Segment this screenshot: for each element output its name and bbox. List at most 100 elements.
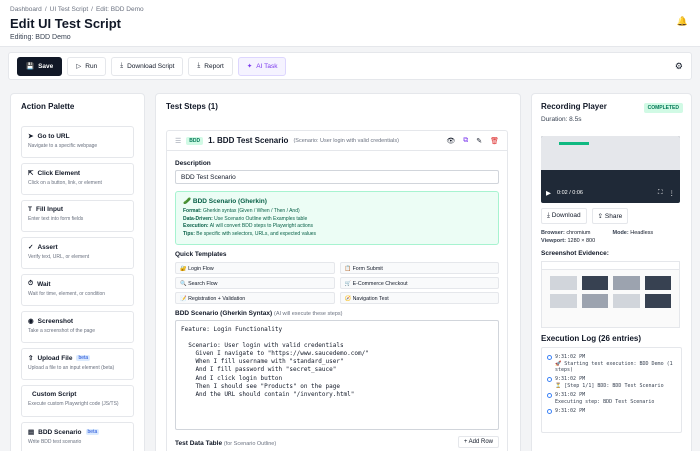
ai-task-button[interactable]: ✦ AI Task: [237, 56, 287, 76]
gherkin-info-line: Data-Driven: Use Scenario Outline with E…: [183, 215, 308, 222]
gherkin-info-title: 🥒 BDD Scenario (Gherkin): [183, 198, 267, 205]
add-row-button[interactable]: + Add Row: [457, 436, 499, 448]
log-status-icon: [547, 409, 552, 414]
download-video-button[interactable]: ⤓ Download: [541, 208, 587, 224]
palette-item-wait[interactable]: ⏱ Wait Wait for time, element, or conditio…: [21, 274, 134, 306]
step-scenario-name: (Scenario: User login with valid credent…: [293, 137, 399, 144]
share-video-button[interactable]: ⇪ Share: [591, 208, 629, 224]
beta-badge: beta: [76, 355, 91, 361]
duration-text: Duration: 8.5s: [541, 116, 582, 123]
more-icon[interactable]: ⋮: [669, 189, 676, 197]
download-icon: ⤓: [547, 212, 550, 219]
beta-badge: beta: [85, 429, 100, 435]
execution-log-title: Execution Log (26 entries): [541, 334, 642, 343]
check-icon: ✓: [28, 244, 34, 251]
video-frame: [541, 136, 680, 170]
run-button[interactable]: ▷ Run: [67, 56, 107, 76]
palette-item-custom-script[interactable]: Custom Script Execute custom Playwright c…: [21, 385, 134, 417]
viewport-value: 1280 × 800: [567, 238, 596, 244]
page-header: Dashboard / UI Test Script / Edit: BDD D…: [0, 0, 700, 47]
gear-icon[interactable]: ⚙: [675, 61, 683, 72]
log-entry: 9:31:02 PM 🚀 Starting test execution: BDD…: [547, 354, 676, 373]
play-icon: ▷: [76, 63, 82, 70]
play-icon[interactable]: ▶: [546, 189, 551, 197]
description-input[interactable]: BDD Test Scenario: [175, 170, 499, 184]
log-status-icon: [547, 393, 552, 398]
recording-player-panel: Recording Player COMPLETED Duration: 8.5…: [531, 93, 692, 451]
download-icon: ⤓: [120, 62, 124, 69]
save-icon: 💾: [26, 63, 35, 70]
log-entry: 9:31:02 PM: [547, 408, 676, 415]
breadcrumb-dashboard[interactable]: Dashboard: [10, 6, 42, 13]
recording-metadata: Browser: chromium Mode: Headless Viewpor…: [541, 230, 654, 244]
doc-icon: ▤: [28, 429, 35, 436]
status-badge: COMPLETED: [643, 103, 683, 113]
report-button[interactable]: ⤓ Report: [188, 56, 233, 76]
template-button[interactable]: 📋 Form Submit: [339, 262, 499, 274]
action-palette-title: Action Palette: [21, 102, 75, 111]
log-entry: 9:31:02 PM Executing step: BDD Test Scena…: [547, 392, 676, 405]
test-steps-title: Test Steps (1): [166, 102, 218, 111]
gherkin-info-line: Execution: AI will convert BDD steps to …: [183, 223, 314, 229]
template-button[interactable]: 🔐 Login Flow: [175, 262, 335, 274]
text-icon: T: [28, 206, 32, 213]
action-palette-panel: Action Palette ➤ Go to URL Navigate to a s…: [10, 93, 145, 451]
video-controls: ▶ 0:02 / 0:06 ⛶ ⋮: [546, 189, 675, 197]
test-data-table-label: Test Data Table (for Scenario Outline): [175, 440, 277, 447]
template-button[interactable]: 🔍 Search Flow: [175, 277, 335, 289]
palette-item-screenshot[interactable]: ◉ Screenshot Take a screenshot of the page: [21, 311, 134, 343]
template-button[interactable]: 🛒 E-Commerce Checkout: [339, 277, 499, 289]
edit-icon[interactable]: ✎: [476, 137, 482, 145]
gherkin-info-line: Tips: Be specific with selectors, URLs, …: [183, 230, 317, 237]
drag-handle-icon[interactable]: ☰: [175, 137, 181, 145]
gherkin-info-line: Format: Gherkin syntax (Given / When / T…: [183, 208, 300, 214]
upload-icon: ⇧: [28, 355, 34, 362]
log-entry: 9:31:02 PM ⏳ [Step 1/1] BDD: BDD Test Sce…: [547, 376, 676, 389]
step-card: ☰ BDD 1. BDD Test Scenario (Scenario: Us…: [166, 130, 508, 451]
description-label: Description: [175, 160, 211, 167]
fullscreen-icon[interactable]: ⛶: [658, 189, 663, 197]
palette-item-assert[interactable]: ✓ Assert Verify text, URL, or element: [21, 237, 134, 269]
palette-item-go-to-url[interactable]: ➤ Go to URL Navigate to a specific webpage: [21, 126, 134, 158]
palette-item-upload-file[interactable]: ⇧ Upload File beta Upload a file to an inpu…: [21, 348, 134, 380]
delete-icon[interactable]: 🗑: [490, 137, 499, 145]
breadcrumb: Dashboard / UI Test Script / Edit: BDD D…: [10, 6, 690, 13]
step-header[interactable]: ☰ BDD 1. BDD Test Scenario (Scenario: Us…: [167, 131, 507, 151]
eye-icon[interactable]: 👁: [446, 137, 455, 145]
clock-icon: ⏱: [28, 280, 34, 287]
palette-item-click-element[interactable]: ⇱ Click Element Click on a button, link, o…: [21, 163, 134, 195]
screenshot-evidence-image[interactable]: [541, 261, 680, 328]
gherkin-info-box: 🥒 BDD Scenario (Gherkin) Format: Gherkin…: [175, 191, 499, 245]
sparkle-icon: ✦: [246, 63, 253, 70]
palette-item-bdd-scenario[interactable]: ▤ BDD Scenario beta Write BDD test scenario: [21, 422, 134, 451]
execution-log[interactable]: 9:31:02 PM 🚀 Starting test execution: BDD…: [541, 347, 682, 433]
breadcrumb-current: Edit: BDD Demo: [95, 6, 144, 13]
log-status-icon: [547, 377, 552, 382]
browser-value: chromium: [566, 230, 591, 236]
toolbar: 💾 Save ▷ Run ⤓ Download Script ⤓ Report ✦ AI …: [8, 52, 692, 80]
template-button[interactable]: 📝 Registration + Validation: [175, 292, 335, 304]
bell-icon[interactable]: 🔔: [677, 16, 688, 27]
click-icon: ⇱: [28, 170, 34, 177]
mode-value: Headless: [630, 230, 654, 236]
download-script-button[interactable]: ⤓ Download Script: [111, 56, 184, 76]
camera-icon: ◉: [28, 318, 34, 325]
breadcrumb-ui-test-script[interactable]: UI Test Script: [50, 6, 89, 13]
download-icon: ⤓: [197, 62, 201, 69]
breadcrumb-separator: /: [44, 6, 47, 13]
save-button[interactable]: 💾 Save: [17, 56, 63, 76]
page-title: Edit UI Test Script: [10, 16, 121, 31]
test-steps-panel: Test Steps (1) ☰ BDD 1. BDD Test Scenari…: [155, 93, 521, 451]
share-icon: ⇪: [597, 213, 604, 220]
log-status-icon: [547, 355, 552, 360]
template-button[interactable]: 🧭 Navigation Test: [339, 292, 499, 304]
gherkin-syntax-label: BDD Scenario (Gherkin Syntax) (AI will e…: [175, 310, 343, 317]
step-name: 1. BDD Test Scenario: [208, 136, 289, 145]
palette-item-fill-input[interactable]: T Fill Input Enter text into form fields: [21, 200, 134, 232]
video-player[interactable]: ▶ 0:02 / 0:06 ⛶ ⋮: [541, 136, 680, 203]
gherkin-editor[interactable]: Feature: Login Functionality Scenario: U…: [175, 320, 499, 430]
bdd-badge: BDD: [186, 136, 204, 145]
duplicate-icon[interactable]: ⧉: [463, 137, 468, 145]
video-time: 0:02 / 0:06: [557, 190, 583, 196]
navigate-icon: ➤: [28, 133, 34, 140]
